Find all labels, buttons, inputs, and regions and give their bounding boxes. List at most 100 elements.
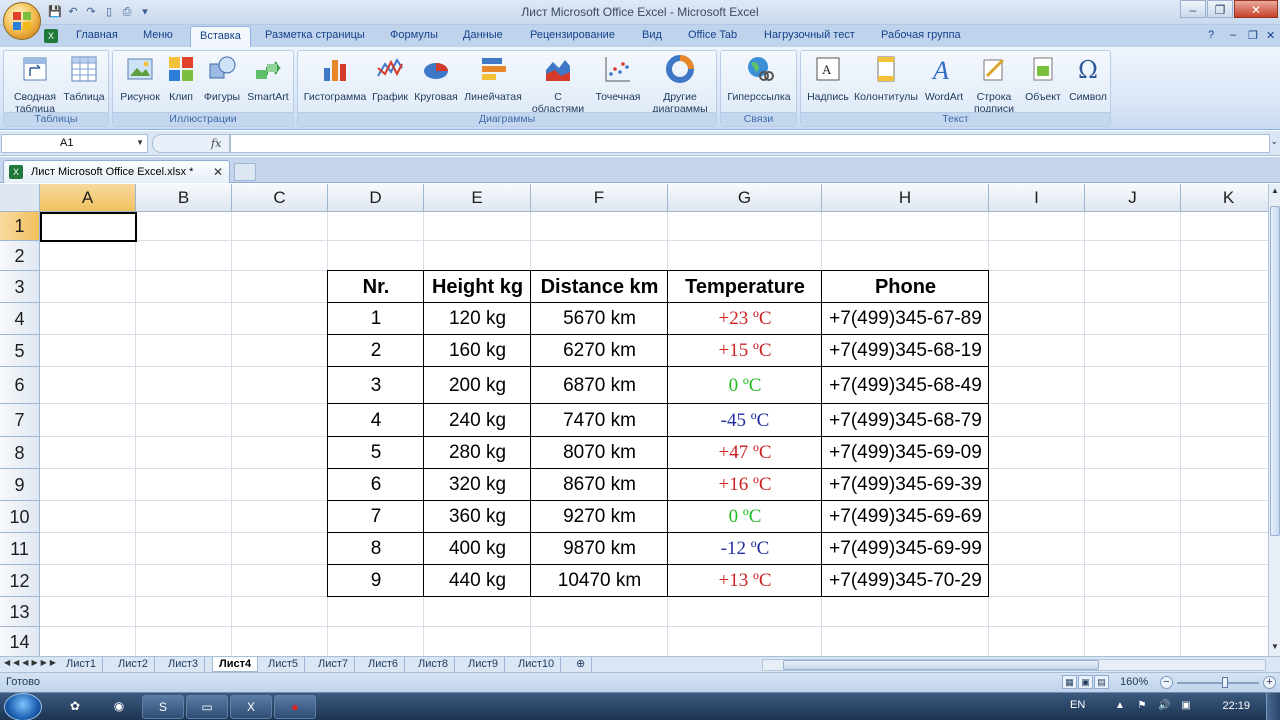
ribbon-minimize-icon[interactable]: – — [1230, 29, 1236, 41]
column-header-g[interactable]: G — [668, 184, 822, 212]
table-cell[interactable]: 3 — [328, 367, 424, 404]
expand-formula-bar-icon[interactable]: ⌄ — [1270, 136, 1278, 147]
scroll-up-icon[interactable]: ▲ — [1269, 186, 1280, 198]
pie-chart-button[interactable]: Круговая — [411, 54, 461, 103]
table-cell[interactable]: +7(499)345-68-49 — [822, 367, 989, 404]
symbol-button[interactable]: Ω Символ — [1066, 54, 1110, 103]
tab-review[interactable]: Рецензирование — [530, 29, 615, 41]
table-cell[interactable]: 6870 km — [531, 367, 668, 404]
table-cell[interactable]: -12 ºC — [668, 533, 822, 565]
table-cell[interactable]: 360 kg — [424, 501, 531, 533]
zoom-slider[interactable]: − + — [1160, 676, 1276, 690]
normal-view-icon[interactable]: ▦ — [1062, 675, 1077, 689]
textbox-button[interactable]: A Надпись — [804, 54, 852, 103]
sheet-nav-arrows-icon[interactable]: ◀◀◀▶▶▶ — [4, 658, 59, 667]
table-cell[interactable]: 7 — [328, 501, 424, 533]
name-box-dropdown-icon[interactable]: ▼ — [136, 138, 144, 147]
skype-icon[interactable]: S — [142, 695, 184, 719]
minimize-button[interactable]: – — [1180, 0, 1206, 18]
tray-arrow-icon[interactable]: ▲ — [1114, 700, 1126, 712]
table-cell[interactable]: 1 — [328, 303, 424, 335]
row-header-11[interactable]: 11 — [0, 533, 40, 565]
bar-chart-button[interactable]: Линейчатая — [461, 54, 525, 103]
table-cell[interactable]: 9870 km — [531, 533, 668, 565]
table-cell[interactable]: 400 kg — [424, 533, 531, 565]
smartart-button[interactable]: SmartArt — [245, 54, 291, 103]
document-tab[interactable]: X Лист Microsoft Office Excel.xlsx * ✕ — [3, 160, 230, 183]
table-cell[interactable]: 120 kg — [424, 303, 531, 335]
row-header-9[interactable]: 9 — [0, 469, 40, 501]
taskbar-app-icon-1[interactable]: ✿ — [54, 695, 96, 719]
clip-button[interactable]: Клип — [163, 54, 199, 103]
tab-load-test[interactable]: Нагрузочный тест — [764, 29, 855, 41]
sheet-tab-5[interactable]: Лист5 — [262, 657, 306, 672]
explorer-folder-icon[interactable]: ▭ — [186, 695, 228, 719]
spreadsheet-grid[interactable]: A B C D E F G H I J K 1 2 3 4 5 6 7 8 9 10 11 12 13 14 Nr. Height … — [0, 184, 1268, 656]
table-cell[interactable]: 6 — [328, 469, 424, 501]
table-cell[interactable]: 5670 km — [531, 303, 668, 335]
show-desktop-button[interactable] — [1266, 693, 1280, 720]
close-document-icon[interactable]: ✕ — [213, 165, 223, 179]
column-header-i[interactable]: I — [989, 184, 1085, 212]
tab-view[interactable]: Вид — [642, 29, 662, 41]
table-cell[interactable]: +47 ºC — [668, 437, 822, 469]
ribbon-restore-icon[interactable]: ❐ — [1248, 29, 1258, 42]
tab-formulas[interactable]: Формулы — [390, 29, 438, 41]
wordart-button[interactable]: A WordArt — [920, 54, 968, 103]
table-cell[interactable]: 9270 km — [531, 501, 668, 533]
table-cell[interactable]: 8670 km — [531, 469, 668, 501]
header-footer-button[interactable]: Колонтитулы — [852, 54, 920, 103]
table-cell[interactable]: 8 — [328, 533, 424, 565]
restore-button[interactable]: ❐ — [1207, 0, 1233, 18]
zoom-level[interactable]: 160% — [1120, 676, 1148, 688]
table-cell[interactable]: 0 ºC — [668, 501, 822, 533]
table-cell[interactable]: 280 kg — [424, 437, 531, 469]
row-header-12[interactable]: 12 — [0, 565, 40, 597]
table-header-cell[interactable]: Distance km — [531, 271, 668, 303]
column-header-e[interactable]: E — [424, 184, 531, 212]
tab-data[interactable]: Данные — [463, 29, 503, 41]
row-header-14[interactable]: 14 — [0, 627, 40, 656]
table-cell[interactable]: 7470 km — [531, 404, 668, 437]
row-header-5[interactable]: 5 — [0, 335, 40, 367]
office-button[interactable] — [3, 2, 41, 40]
table-header-cell[interactable]: Temperature — [668, 271, 822, 303]
tab-office-tab[interactable]: Office Tab — [688, 29, 737, 41]
table-cell[interactable]: +7(499)345-67-89 — [822, 303, 989, 335]
row-header-8[interactable]: 8 — [0, 437, 40, 469]
tab-menu[interactable]: Меню — [143, 29, 173, 41]
table-cell[interactable]: +13 ºC — [668, 565, 822, 597]
column-header-h[interactable]: H — [822, 184, 989, 212]
page-layout-view-icon[interactable]: ▣ — [1078, 675, 1093, 689]
insert-sheet-icon[interactable]: ⊕ — [570, 657, 593, 672]
object-button[interactable]: Объект — [1020, 54, 1066, 103]
line-chart-button[interactable]: График — [369, 54, 411, 103]
table-cell[interactable]: 160 kg — [424, 335, 531, 367]
sheet-tab-2[interactable]: Лист2 — [112, 657, 156, 672]
tab-page-layout[interactable]: Разметка страницы — [265, 29, 365, 41]
table-cell[interactable]: +7(499)345-69-39 — [822, 469, 989, 501]
tab-workgroup[interactable]: Рабочая группа — [881, 29, 961, 41]
table-cell[interactable]: +16 ºC — [668, 469, 822, 501]
row-header-7[interactable]: 7 — [0, 404, 40, 437]
sheet-tab-1[interactable]: Лист1 — [60, 657, 104, 672]
sheet-tab-7[interactable]: Лист6 — [362, 657, 406, 672]
table-cell[interactable]: 320 kg — [424, 469, 531, 501]
table-cell[interactable]: +15 ºC — [668, 335, 822, 367]
select-all-corner[interactable] — [0, 184, 40, 212]
table-cell[interactable]: +7(499)345-69-09 — [822, 437, 989, 469]
row-header-4[interactable]: 4 — [0, 303, 40, 335]
table-cell[interactable]: 440 kg — [424, 565, 531, 597]
table-cell[interactable]: 9 — [328, 565, 424, 597]
table-cell[interactable]: +7(499)345-69-99 — [822, 533, 989, 565]
horizontal-scroll-thumb[interactable] — [783, 660, 1099, 670]
close-button[interactable]: ✕ — [1234, 0, 1278, 18]
scatter-chart-button[interactable]: Точечная — [589, 54, 647, 103]
scroll-down-icon[interactable]: ▼ — [1269, 642, 1280, 654]
table-cell[interactable]: +23 ºC — [668, 303, 822, 335]
chrome-icon[interactable]: ◉ — [98, 695, 140, 719]
table-cell[interactable]: 10470 km — [531, 565, 668, 597]
sheet-tab-10[interactable]: Лист10 — [512, 657, 562, 672]
row-header-2[interactable]: 2 — [0, 241, 40, 271]
table-header-cell[interactable]: Phone — [822, 271, 989, 303]
